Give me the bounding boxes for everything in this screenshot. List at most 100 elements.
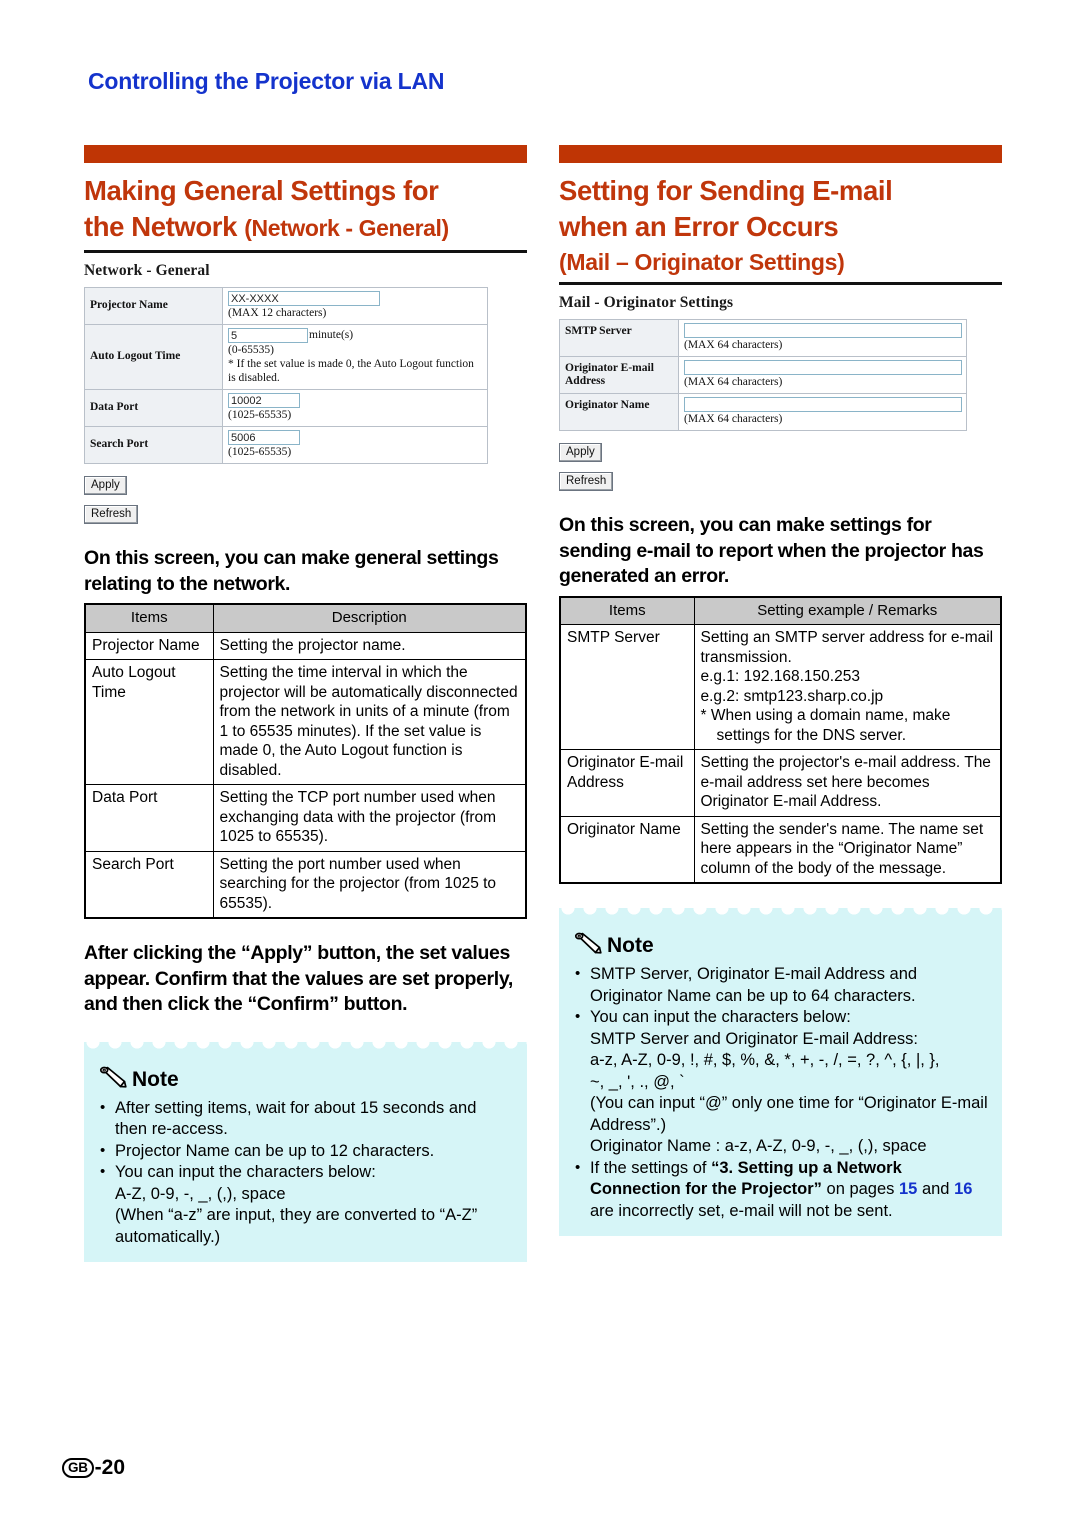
note-item: After setting items, wait for about 15 s… (98, 1097, 513, 1141)
form-label-search-port: Search Port (84, 426, 223, 464)
form-row-search-port: Search Port 5006 (1025-65535) (84, 426, 488, 464)
row-description: Setting the time interval in which the p… (212, 659, 527, 785)
form-label-originator-name: Originator Name (559, 393, 679, 431)
row-description: Setting the projector's e-mail address. … (693, 749, 1002, 817)
search-port-input[interactable]: 5006 (228, 430, 300, 445)
data-port-hint: (1025-65535) (228, 409, 292, 421)
form-field-auto-logout-time: 5 minute(s) (0-65535) * If the set value … (222, 324, 488, 390)
note-item-subline: SMTP Server and Originator E-mail Addres… (590, 1029, 918, 1048)
form-field-originator-name: (MAX 64 characters) (678, 393, 967, 431)
table-row: Originator Name Setting the sender's nam… (559, 815, 1002, 884)
left-lead-paragraph: On this screen, you can make general set… (84, 547, 499, 595)
note-list: SMTP Server, Originator E-mail Address a… (573, 963, 988, 1222)
mail-apply-row: Apply (559, 442, 1002, 462)
network-general-form-table: Projector Name XX-XXXX (MAX 12 character… (84, 287, 488, 464)
note-list: After setting items, wait for about 15 s… (98, 1097, 513, 1249)
note-item: You can input the characters below: A-Z,… (98, 1161, 513, 1248)
note-heading: Note (573, 932, 988, 960)
row-item: Projector Name (84, 631, 214, 660)
note-item-text: Projector Name can be up to 12 character… (115, 1141, 435, 1160)
network-general-screenshot: Network - General Projector Name XX-XXXX… (84, 262, 527, 524)
network-description-table: Items Description Projector Name Setting… (84, 603, 527, 919)
left-section-title-line1: Making General Settings for (84, 175, 439, 206)
row-description-line: * When using a domain name, make setting… (700, 707, 951, 744)
right-section-title: Setting for Sending E-mail when an Error… (559, 173, 1002, 247)
note-item-subline: (You can input “@” only one time for “Or… (590, 1094, 988, 1134)
left-column: Making General Settings for the Network … (84, 145, 527, 1262)
left-title-rule (84, 250, 527, 253)
column-header-remarks: Setting example / Remarks (693, 596, 1002, 625)
note-label: Note (607, 934, 654, 957)
note-scallop-edge (559, 908, 1002, 919)
column-header-items: Items (559, 596, 695, 625)
form-label-originator-email: Originator E-mail Address (559, 356, 679, 394)
note-item-text: You can input the characters below: (115, 1163, 376, 1181)
mail-originator-form-table: SMTP Server (MAX 64 characters) Originat… (559, 319, 967, 431)
right-note-box: Note SMTP Server, Originator E-mail Addr… (559, 908, 1002, 1236)
note-item-text-mid: on pages (821, 1180, 899, 1198)
note-item-subline: a-z, A-Z, 0-9, !, #, $, %, &, *, +, -, /… (590, 1051, 940, 1069)
mail-description-table: Items Setting example / Remarks SMTP Ser… (559, 595, 1002, 884)
row-item: Data Port (84, 784, 214, 852)
row-item: Search Port (84, 850, 214, 919)
note-item-text-pre: If the settings of (590, 1158, 712, 1177)
form-row-data-port: Data Port 10002 (1025-65535) (84, 389, 488, 427)
originator-name-input[interactable] (684, 397, 962, 412)
column-header-items: Items (84, 603, 214, 633)
note-heading: Note (98, 1066, 513, 1094)
auto-logout-time-unit: minute(s) (309, 329, 354, 342)
network-apply-button[interactable]: Apply (84, 476, 127, 495)
pencil-icon (573, 932, 603, 960)
row-item: Originator E-mail Address (559, 749, 695, 817)
right-column: Setting for Sending E-mail when an Error… (559, 145, 1002, 1236)
column-header-description: Description (212, 603, 527, 633)
auto-logout-time-input[interactable]: 5 (228, 328, 308, 343)
mail-apply-button[interactable]: Apply (559, 443, 602, 462)
projector-name-hint: (MAX 12 characters) (228, 307, 327, 319)
form-label-projector-name: Projector Name (84, 287, 223, 325)
network-general-screenshot-title: Network - General (84, 262, 210, 279)
projector-name-input[interactable]: XX-XXXX (228, 291, 380, 306)
mail-refresh-button[interactable]: Refresh (559, 472, 614, 491)
row-description: Setting the port number used when search… (212, 850, 527, 919)
form-row-projector-name: Projector Name XX-XXXX (MAX 12 character… (84, 287, 488, 325)
section-accent-bar-right (559, 145, 1002, 163)
pencil-icon (98, 1066, 128, 1094)
form-field-search-port: 5006 (1025-65535) (222, 426, 488, 464)
search-port-hint: (1025-65535) (228, 446, 292, 458)
originator-email-input[interactable] (684, 360, 962, 375)
form-label-data-port: Data Port (84, 389, 223, 427)
row-item: Auto Logout Time (84, 659, 214, 785)
originator-name-hint: (MAX 64 characters) (684, 413, 783, 425)
running-head: Controlling the Projector via LAN (88, 68, 445, 94)
form-field-projector-name: XX-XXXX (MAX 12 characters) (222, 287, 488, 325)
data-port-input[interactable]: 10002 (228, 393, 300, 408)
mail-refresh-row: Refresh (559, 471, 1002, 491)
smtp-server-input[interactable] (684, 323, 962, 338)
form-label-smtp-server: SMTP Server (559, 319, 679, 357)
network-apply-row: Apply (84, 475, 527, 495)
row-description: Setting the TCP port number used when ex… (212, 784, 527, 852)
network-refresh-row: Refresh (84, 504, 527, 524)
section-accent-bar-left (84, 145, 527, 163)
note-item-text: After setting items, wait for about 15 s… (115, 1098, 477, 1139)
row-description-line: e.g.1: 192.168.150.253 (700, 668, 860, 685)
page-reference-15: 15 (899, 1180, 918, 1198)
form-row-originator-name: Originator Name (MAX 64 characters) (559, 393, 967, 431)
row-description: Setting the sender's name. The name set … (693, 815, 1002, 884)
originator-email-hint: (MAX 64 characters) (684, 376, 783, 388)
form-field-data-port: 10002 (1025-65535) (222, 389, 488, 427)
note-item-subline: (When “a-z” are input, they are converte… (115, 1206, 478, 1246)
right-lead-paragraph: On this screen, you can make settings fo… (559, 514, 984, 587)
right-section-title-line1: Setting for Sending E-mail (559, 175, 893, 206)
note-item-text-mid2: and (917, 1180, 955, 1198)
form-row-auto-logout-time: Auto Logout Time 5 minute(s) (0-65535) * … (84, 324, 488, 390)
table-row: Originator E-mail Address Setting the pr… (559, 749, 1002, 817)
auto-logout-time-hint: (0-65535) (228, 344, 274, 356)
page-reference-16: 16 (954, 1180, 973, 1198)
note-item: Projector Name can be up to 12 character… (98, 1140, 513, 1163)
network-refresh-button[interactable]: Refresh (84, 505, 139, 524)
left-lead-paragraph-2: After clicking the “Apply” button, the s… (84, 942, 513, 1015)
row-description-line: Setting an SMTP server address for e-mai… (700, 629, 994, 666)
note-item-subline: A-Z, 0-9, -, _, (,), space (115, 1184, 286, 1203)
